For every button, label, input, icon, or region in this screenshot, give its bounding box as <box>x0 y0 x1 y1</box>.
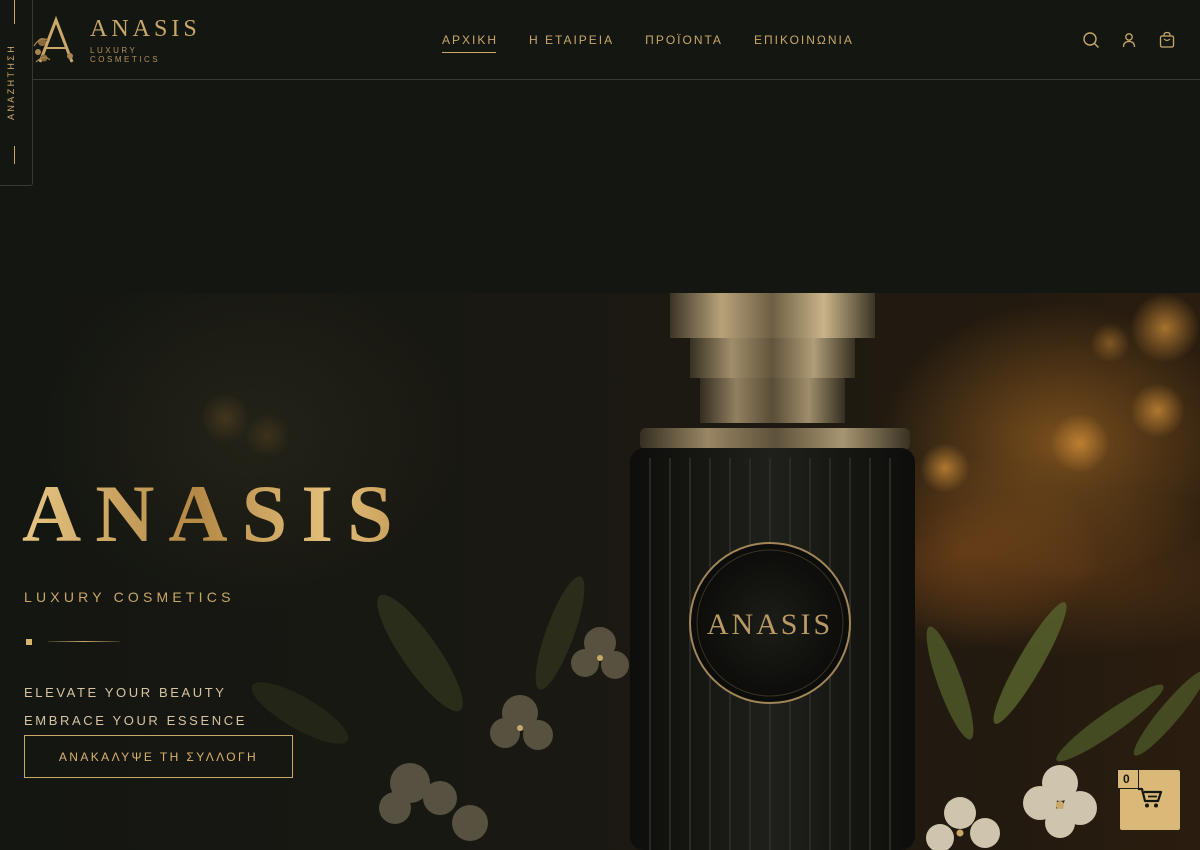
nav-item-company[interactable]: Η ΕΤΑΙΡΕΙΑ <box>529 33 614 53</box>
header-actions <box>1082 31 1176 49</box>
site-header: ANASIS LUXURY COSMETICS ΑΡΧΙΚΗ Η ΕΤΑΙΡΕΙ… <box>0 0 1200 80</box>
divider-dot <box>26 639 32 645</box>
cart-icon <box>1137 787 1163 814</box>
side-search-tab[interactable]: ΑΝΑΖΗΤΗΣΗ <box>0 0 33 186</box>
bottle-label-text: ANASIS <box>707 608 833 641</box>
hero-banner: ANASIS ANASIS LUXURY COSMETICS ELEVATE Y… <box>0 293 1200 850</box>
bag-icon[interactable] <box>1158 31 1176 49</box>
side-search-line-top <box>14 0 15 24</box>
nav-item-products[interactable]: ΠΡΟΪΟΝΤΑ <box>645 33 723 53</box>
hero-tagline-2: EMBRACE YOUR ESSENCE <box>24 713 247 728</box>
nav-item-contact[interactable]: ΕΠΙΚΟΙΝΩΝΙΑ <box>754 33 854 53</box>
hero-tagline-1: ELEVATE YOUR BEAUTY <box>24 685 227 700</box>
hero-divider <box>26 639 120 645</box>
discover-collection-button[interactable]: ΑΝΑΚΑΛΥΨΕ ΤΗ ΣΥΛΛΟΓΗ <box>24 735 293 778</box>
logo-subtitle: LUXURY COSMETICS <box>90 45 161 64</box>
search-icon[interactable] <box>1082 31 1100 49</box>
side-search-line-bottom <box>14 146 15 164</box>
side-search-label: ΑΝΑΖΗΤΗΣΗ <box>6 43 16 121</box>
cart-count-badge: 0 <box>1117 769 1139 789</box>
logo-name: ANASIS <box>90 15 201 42</box>
hero-title: ANASIS <box>22 468 407 559</box>
hero-subtitle: LUXURY COSMETICS <box>24 589 235 605</box>
perfume-bottle-image: ANASIS <box>630 293 915 850</box>
user-icon[interactable] <box>1120 31 1138 49</box>
main-nav: ΑΡΧΙΚΗ Η ΕΤΑΙΡΕΙΑ ΠΡΟΪΟΝΤΑ ΕΠΙΚΟΙΝΩΝΙΑ <box>442 33 854 53</box>
nav-item-home[interactable]: ΑΡΧΙΚΗ <box>442 33 498 53</box>
divider-line <box>48 641 120 642</box>
brand-logo[interactable]: ANASIS LUXURY COSMETICS <box>30 12 210 68</box>
logo-emblem-icon <box>30 12 82 68</box>
